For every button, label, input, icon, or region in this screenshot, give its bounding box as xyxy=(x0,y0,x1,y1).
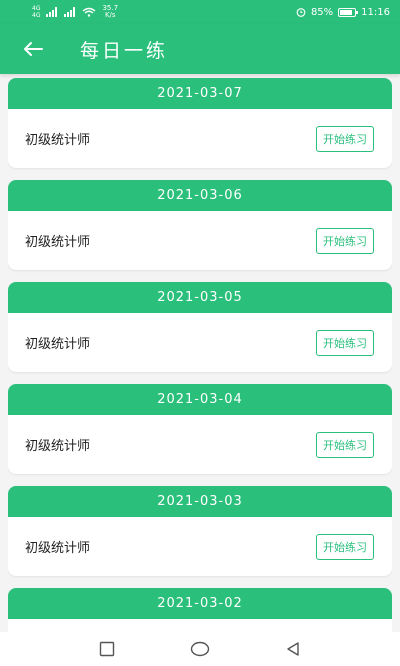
network-indicator: 4G 4G xyxy=(32,5,40,19)
network-type-2: 4G xyxy=(32,12,41,19)
card-date: 2021-03-07 xyxy=(8,78,392,109)
card-date: 2021-03-05 xyxy=(8,282,392,313)
recents-button[interactable] xyxy=(95,637,119,661)
card-date: 2021-03-03 xyxy=(8,486,392,517)
circle-icon xyxy=(190,641,210,657)
back-button[interactable] xyxy=(18,34,48,64)
status-right: 85% 11:16 xyxy=(296,7,390,18)
card-body: 初级统计师 开始练习 xyxy=(8,415,392,474)
status-bar: 4G 4G 35.7 K/s 85% 11:16 xyxy=(0,0,400,24)
start-practice-button[interactable]: 开始练习 xyxy=(316,431,374,458)
course-name: 初级统计师 xyxy=(25,541,91,556)
course-name: 初级统计师 xyxy=(25,439,91,454)
course-name: 初级统计师 xyxy=(25,133,91,148)
alarm-icon xyxy=(296,8,306,17)
back-arrow-icon xyxy=(24,42,43,56)
speed-unit: K/s xyxy=(104,11,116,19)
card-body: 初级统计师 开始练习 xyxy=(8,313,392,372)
network-speed: 35.7 K/s xyxy=(102,5,118,19)
card-date: 2021-03-06 xyxy=(8,180,392,211)
course-name: 初级统计师 xyxy=(25,235,91,250)
card-body: 初级统计师 开始练习 xyxy=(8,517,392,576)
battery-percent: 85% xyxy=(310,6,334,18)
start-practice-button[interactable]: 开始练习 xyxy=(316,125,374,152)
practice-card: 2021-03-05 初级统计师 开始练习 xyxy=(8,282,392,372)
page-title: 每日一练 xyxy=(80,39,169,62)
card-body: 初级统计师 开始练习 xyxy=(8,211,392,270)
start-practice-button[interactable]: 开始练习 xyxy=(316,533,374,560)
practice-card: 2021-03-04 初级统计师 开始练习 xyxy=(8,384,392,474)
card-date: 2021-03-02 xyxy=(8,588,392,619)
system-nav-bar xyxy=(0,632,400,666)
course-name: 初级统计师 xyxy=(25,337,91,352)
card-body: 初级统计师 开始练习 xyxy=(8,109,392,168)
network-type-1: 4G xyxy=(32,5,41,12)
card-body xyxy=(8,619,392,632)
home-button[interactable] xyxy=(188,637,212,661)
start-practice-button[interactable]: 开始练习 xyxy=(316,329,374,356)
card-date: 2021-03-04 xyxy=(8,384,392,415)
square-icon xyxy=(99,641,114,657)
practice-card: 2021-03-02 xyxy=(8,588,392,632)
practice-card: 2021-03-03 初级统计师 开始练习 xyxy=(8,486,392,576)
practice-card: 2021-03-07 初级统计师 开始练习 xyxy=(8,78,392,168)
practice-card: 2021-03-06 初级统计师 开始练习 xyxy=(8,180,392,270)
triangle-back-icon xyxy=(287,642,300,656)
back-nav-button[interactable] xyxy=(281,637,305,661)
app-bar: 每日一练 xyxy=(0,24,400,74)
wifi-icon xyxy=(83,7,96,17)
signal-icon xyxy=(46,7,58,17)
battery-icon xyxy=(338,7,359,17)
start-practice-button[interactable]: 开始练习 xyxy=(316,227,374,254)
clock: 11:16 xyxy=(361,6,390,18)
practice-list[interactable]: 2021-03-07 初级统计师 开始练习 2021-03-06 初级统计师 开… xyxy=(8,78,392,632)
status-left: 4G 4G 35.7 K/s xyxy=(32,5,118,20)
signal-icon-2 xyxy=(64,7,76,17)
